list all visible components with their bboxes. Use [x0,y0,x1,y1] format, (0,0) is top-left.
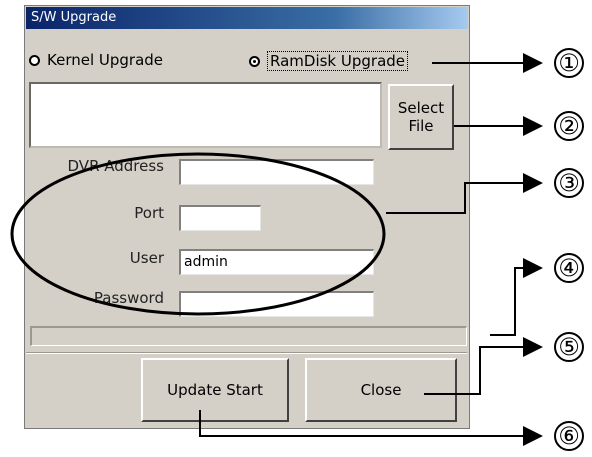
callout-4: ④ [554,253,584,283]
annotation-overlay [10,53,543,446]
arrow-4 [490,258,543,336]
callout-1: ① [554,48,584,78]
callout-5: ⑤ [554,332,584,362]
annotation-ellipse [10,152,386,316]
callout-6: ⑥ [554,421,584,451]
arrow-6 [199,410,543,446]
arrow-5 [424,337,543,395]
arrow-3 [386,173,543,214]
callout-2: ② [554,111,584,141]
callout-3: ③ [554,168,584,198]
